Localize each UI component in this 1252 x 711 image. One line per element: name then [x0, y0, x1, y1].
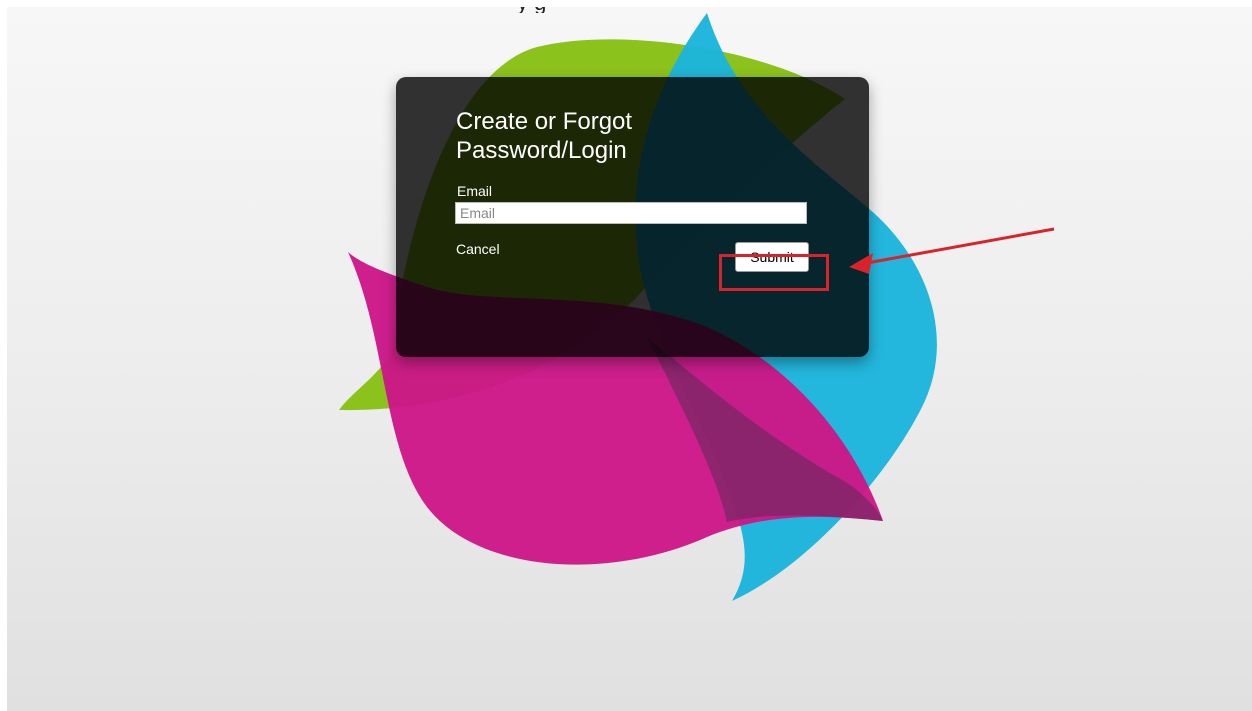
login-card: Create or Forgot Password/Login Email Ca…: [396, 77, 869, 357]
email-field[interactable]: [455, 202, 807, 224]
cancel-link[interactable]: Cancel: [456, 241, 500, 257]
email-label: Email: [457, 183, 493, 199]
card-title: Create or Forgot Password/Login: [456, 108, 633, 164]
submit-highlight-box: [719, 254, 829, 291]
page-background: y g Create or Forgot Password/Login Emai…: [7, 7, 1252, 711]
